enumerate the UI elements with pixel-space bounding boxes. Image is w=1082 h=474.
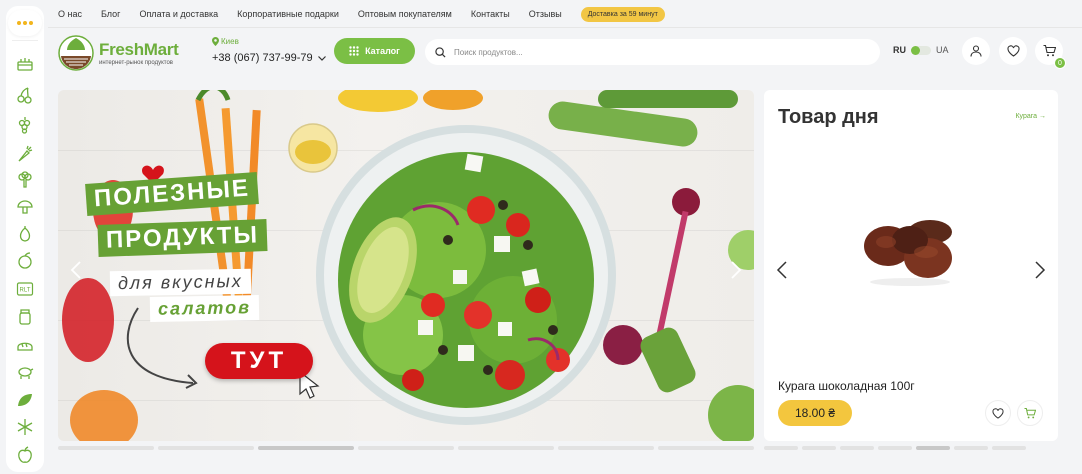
nav-link-reviews[interactable]: Отзывы <box>529 9 562 19</box>
account-button[interactable] <box>962 37 990 65</box>
top-nav: О нас Блог Оплата и доставка Корпоративн… <box>58 6 665 22</box>
product-add-to-cart-button[interactable] <box>1017 400 1043 426</box>
product-prev-arrow[interactable] <box>772 255 792 285</box>
user-icon <box>970 45 982 57</box>
brand-tagline: интернет-рынок продуктов <box>99 59 173 66</box>
brand-name: FreshMart <box>99 39 179 59</box>
nav-link-blog[interactable]: Блог <box>101 9 120 19</box>
banner-headline-2: ПРОДУКТЫ <box>97 219 268 257</box>
peach-icon[interactable] <box>14 250 36 272</box>
divider <box>12 40 38 41</box>
grid-icon <box>349 46 359 56</box>
city-selector[interactable]: Киев <box>212 37 239 46</box>
banner-subline-1: для вкусных <box>109 268 251 297</box>
heart-icon <box>1006 45 1020 57</box>
banner-illustration <box>62 90 754 441</box>
menu-dots-icon[interactable] <box>8 10 42 36</box>
search-bar <box>425 39 880 65</box>
search-input[interactable] <box>454 47 854 57</box>
product-dot[interactable] <box>840 446 874 450</box>
phone-number: +38 (067) 737-99-79 <box>212 52 313 64</box>
banner-dot[interactable] <box>458 446 554 450</box>
nav-link-about[interactable]: О нас <box>58 9 82 19</box>
jar-icon[interactable] <box>14 306 36 328</box>
search-icon <box>435 46 446 58</box>
site-logo[interactable]: FreshMart интернет-рынок продуктов <box>57 33 199 73</box>
chevron-left-icon <box>776 261 787 279</box>
banner-prev-arrow[interactable] <box>66 255 86 285</box>
banner-dot[interactable] <box>558 446 654 450</box>
promo-banner[interactable]: ПОЛЕЗНЫЕ ПРОДУКТЫ для вкусных салатов ТУ… <box>58 90 754 441</box>
language-switch: RU UA <box>893 45 949 55</box>
language-toggle[interactable] <box>911 45 931 55</box>
carrot-icon[interactable] <box>14 143 36 165</box>
delivery-badge[interactable]: Доставка за 59 минут <box>580 6 665 22</box>
divider <box>48 27 1082 28</box>
chevron-right-icon <box>731 261 742 279</box>
catalog-label: Каталог <box>365 46 400 56</box>
product-of-day-link[interactable]: Курага → <box>1015 113 1046 120</box>
cart-icon <box>1024 407 1036 418</box>
product-price[interactable]: 18.00 ₴ <box>778 400 852 426</box>
category-sidebar: RLT <box>6 6 44 472</box>
product-of-day-title: Товар дня <box>778 106 879 128</box>
product-pagination <box>764 446 1026 450</box>
lang-ua[interactable]: UA <box>936 45 949 55</box>
product-dot[interactable] <box>764 446 798 450</box>
banner-dot[interactable] <box>58 446 154 450</box>
product-dot[interactable] <box>954 446 988 450</box>
lamb-icon[interactable] <box>14 361 36 383</box>
banner-cta-button[interactable]: ТУТ <box>205 343 313 379</box>
nav-link-contacts[interactable]: Контакты <box>471 9 510 19</box>
snowflake-icon[interactable] <box>14 416 36 438</box>
banner-dot[interactable] <box>658 446 754 450</box>
location-pin-icon <box>212 37 219 46</box>
cherries-icon[interactable] <box>14 84 36 106</box>
product-dot-active[interactable] <box>916 446 950 450</box>
broccoli-icon[interactable] <box>14 169 36 191</box>
banner-dot[interactable] <box>158 446 254 450</box>
product-dot[interactable] <box>802 446 836 450</box>
chevron-right-icon <box>1035 261 1046 279</box>
banner-next-arrow[interactable] <box>726 255 746 285</box>
logo-icon <box>58 35 94 71</box>
product-next-arrow[interactable] <box>1030 255 1050 285</box>
banner-pagination <box>58 446 754 450</box>
chevron-down-icon <box>317 55 326 61</box>
banner-subline-2-text: салатов <box>157 297 252 319</box>
catalog-button[interactable]: Каталог <box>334 38 415 64</box>
leaf-icon[interactable] <box>14 389 36 411</box>
product-wishlist-button[interactable] <box>985 400 1011 426</box>
cake-icon[interactable] <box>14 52 36 74</box>
apple-icon[interactable] <box>14 444 36 466</box>
bread-icon[interactable] <box>14 333 36 355</box>
svg-text:RLT: RLT <box>20 288 31 294</box>
heart-icon <box>992 407 1004 419</box>
product-of-day-card: Товар дня Курага → Курага шоколадная 100… <box>764 90 1058 441</box>
cart-count-badge: 0 <box>1054 57 1066 69</box>
rlt-label-icon[interactable]: RLT <box>14 278 36 300</box>
banner-dot-active[interactable] <box>258 446 354 450</box>
chevron-left-icon <box>70 261 81 279</box>
lang-ru[interactable]: RU <box>893 45 906 55</box>
grapes-icon[interactable] <box>14 114 36 136</box>
product-image[interactable] <box>858 208 962 288</box>
product-dot[interactable] <box>992 446 1026 450</box>
product-name[interactable]: Курага шоколадная 100г <box>778 379 915 393</box>
wishlist-button[interactable] <box>999 37 1027 65</box>
nav-link-wholesale[interactable]: Оптовым покупателям <box>358 9 452 19</box>
city-name: Киев <box>221 37 239 46</box>
product-dot[interactable] <box>878 446 912 450</box>
nav-link-corporate-gifts[interactable]: Корпоративные подарки <box>237 9 339 19</box>
mushroom-icon[interactable] <box>14 196 36 218</box>
banner-dot[interactable] <box>358 446 454 450</box>
phone-selector[interactable]: +38 (067) 737-99-79 <box>212 52 326 64</box>
banner-subline-2: салатов <box>149 295 260 322</box>
onion-icon[interactable] <box>14 223 36 245</box>
nav-link-payment-delivery[interactable]: Оплата и доставка <box>139 9 218 19</box>
cart-icon <box>1043 45 1056 57</box>
